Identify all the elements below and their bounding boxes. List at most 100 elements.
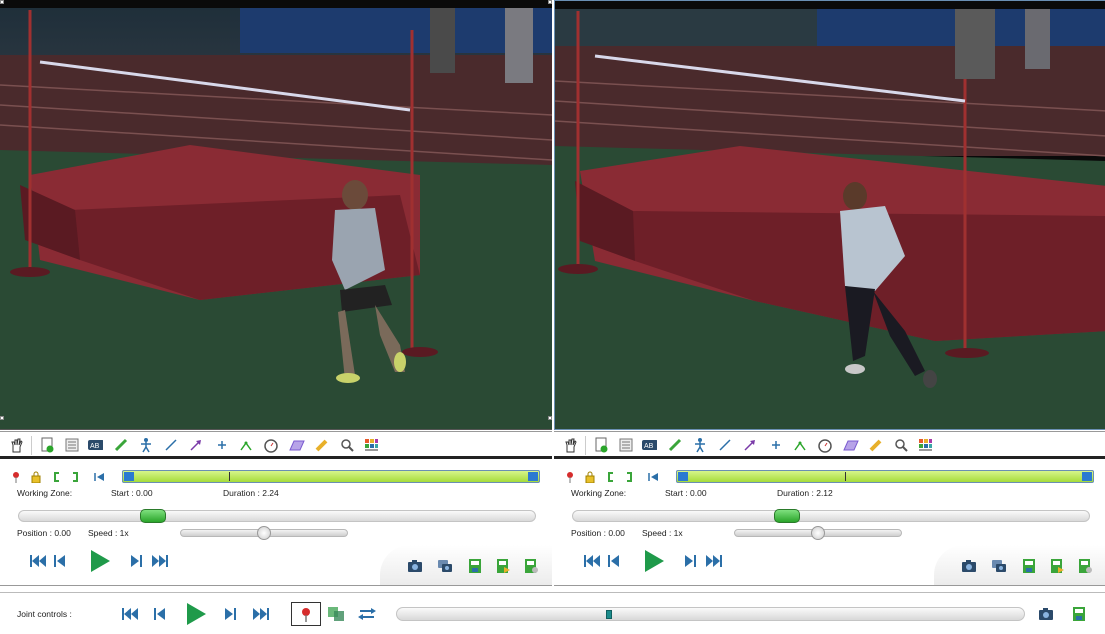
speed-slider[interactable]: [180, 526, 348, 540]
working-zone-bar[interactable]: [122, 470, 540, 483]
save-video-icon[interactable]: [1020, 557, 1038, 575]
speed-readout: Speed : 1x: [88, 528, 129, 538]
hand-icon[interactable]: [9, 437, 25, 453]
grid-icon[interactable]: [289, 437, 305, 453]
resize-handle[interactable]: [548, 416, 552, 420]
speed-slider-thumb[interactable]: [257, 526, 271, 540]
merge-icon[interactable]: [326, 605, 346, 623]
human-model-icon[interactable]: [138, 437, 154, 453]
joint-next-frame-icon[interactable]: [222, 605, 238, 623]
position-slider-thumb[interactable]: [140, 509, 167, 523]
duration-time: Duration : 2.12: [777, 488, 833, 498]
color-profile-icon[interactable]: [363, 437, 379, 453]
video-image-left: [0, 0, 552, 429]
arrow-icon[interactable]: [188, 437, 204, 453]
speed-slider-thumb[interactable]: [811, 526, 825, 540]
multi-snapshot-icon[interactable]: [436, 557, 454, 575]
play-icon[interactable]: [642, 548, 666, 574]
duration-time: Duration : 2.24: [223, 488, 279, 498]
label-ab-icon[interactable]: AB: [641, 437, 657, 453]
joint-go-to-end-icon[interactable]: [251, 605, 271, 623]
add-keyframe-icon[interactable]: [39, 437, 55, 453]
chronometer-icon[interactable]: [817, 437, 833, 453]
set-selection-end-icon[interactable]: [624, 470, 634, 484]
snapshot-icon[interactable]: [406, 557, 424, 575]
video-frame-right[interactable]: [554, 0, 1105, 430]
magnifier-icon[interactable]: [339, 437, 355, 453]
marker-pen-icon[interactable]: [868, 437, 884, 453]
set-selection-end-icon[interactable]: [70, 470, 80, 484]
joint-position-slider-thumb[interactable]: [606, 610, 613, 619]
previous-frame-icon[interactable]: [606, 552, 622, 570]
multi-snapshot-icon[interactable]: [990, 557, 1008, 575]
cross-marker-icon[interactable]: [768, 437, 784, 453]
joint-save-video-icon[interactable]: [1070, 605, 1088, 623]
working-zone-label: Working Zone:: [571, 488, 627, 498]
color-profile-icon[interactable]: [917, 437, 933, 453]
drawing-toolbar-right: AB: [554, 431, 1105, 459]
set-selection-start-icon[interactable]: [606, 470, 616, 484]
comment-icon[interactable]: [618, 437, 634, 453]
working-zone-start-handle[interactable]: [678, 472, 688, 481]
pencil-icon[interactable]: [113, 437, 129, 453]
go-to-end-icon[interactable]: [150, 552, 170, 570]
joint-play-icon[interactable]: [184, 601, 208, 627]
play-icon[interactable]: [88, 548, 112, 574]
grid-icon[interactable]: [843, 437, 859, 453]
human-model-icon[interactable]: [692, 437, 708, 453]
working-zone-bar[interactable]: [676, 470, 1094, 483]
export-video-icon[interactable]: [494, 557, 512, 575]
add-keyframe-icon[interactable]: [593, 437, 609, 453]
sync-marker-icon[interactable]: [291, 602, 321, 626]
go-to-start-icon[interactable]: [28, 552, 48, 570]
lock-icon[interactable]: [30, 470, 42, 484]
lock-icon[interactable]: [584, 470, 596, 484]
position-slider[interactable]: [18, 509, 536, 523]
set-selection-start-icon[interactable]: [52, 470, 62, 484]
marker-icon[interactable]: [564, 470, 576, 484]
video-frame-left[interactable]: [0, 0, 552, 430]
next-frame-icon[interactable]: [128, 552, 144, 570]
working-zone-start-handle[interactable]: [124, 472, 134, 481]
hand-icon[interactable]: [563, 437, 579, 453]
marker-icon[interactable]: [10, 470, 22, 484]
export-video-icon[interactable]: [1048, 557, 1066, 575]
go-to-start-icon[interactable]: [582, 552, 602, 570]
resize-handle[interactable]: [0, 416, 4, 420]
cross-marker-icon[interactable]: [214, 437, 230, 453]
chronometer-icon[interactable]: [263, 437, 279, 453]
export-diaporama-icon[interactable]: [522, 557, 540, 575]
joint-go-to-start-icon[interactable]: [120, 605, 140, 623]
comment-icon[interactable]: [64, 437, 80, 453]
snapshot-icon[interactable]: [960, 557, 978, 575]
swap-icon[interactable]: [356, 605, 378, 623]
player-controls-right: Working Zone: Start : 0.00 Duration : 2.…: [554, 462, 1105, 586]
line-icon[interactable]: [717, 437, 733, 453]
position-slider[interactable]: [572, 509, 1090, 523]
angle-icon[interactable]: [792, 437, 808, 453]
joint-previous-frame-icon[interactable]: [152, 605, 168, 623]
previous-frame-icon[interactable]: [52, 552, 68, 570]
working-zone-end-handle[interactable]: [1082, 472, 1092, 481]
export-diaporama-icon[interactable]: [1076, 557, 1094, 575]
position-slider-thumb[interactable]: [773, 509, 800, 523]
joint-snapshot-icon[interactable]: [1037, 605, 1055, 623]
working-zone-cursor: [229, 472, 231, 481]
joint-position-slider[interactable]: [396, 607, 1025, 621]
arrow-icon[interactable]: [742, 437, 758, 453]
line-icon[interactable]: [163, 437, 179, 453]
working-zone-end-handle[interactable]: [528, 472, 538, 481]
save-video-icon[interactable]: [466, 557, 484, 575]
pencil-icon[interactable]: [667, 437, 683, 453]
next-frame-icon[interactable]: [682, 552, 698, 570]
resize-handle[interactable]: [548, 0, 552, 4]
go-to-end-icon[interactable]: [704, 552, 724, 570]
label-ab-icon[interactable]: AB: [87, 437, 103, 453]
resize-handle[interactable]: [0, 0, 4, 4]
reset-selection-icon[interactable]: [646, 470, 660, 484]
magnifier-icon[interactable]: [893, 437, 909, 453]
reset-selection-icon[interactable]: [92, 470, 106, 484]
speed-slider[interactable]: [734, 526, 902, 540]
marker-pen-icon[interactable]: [314, 437, 330, 453]
angle-icon[interactable]: [238, 437, 254, 453]
